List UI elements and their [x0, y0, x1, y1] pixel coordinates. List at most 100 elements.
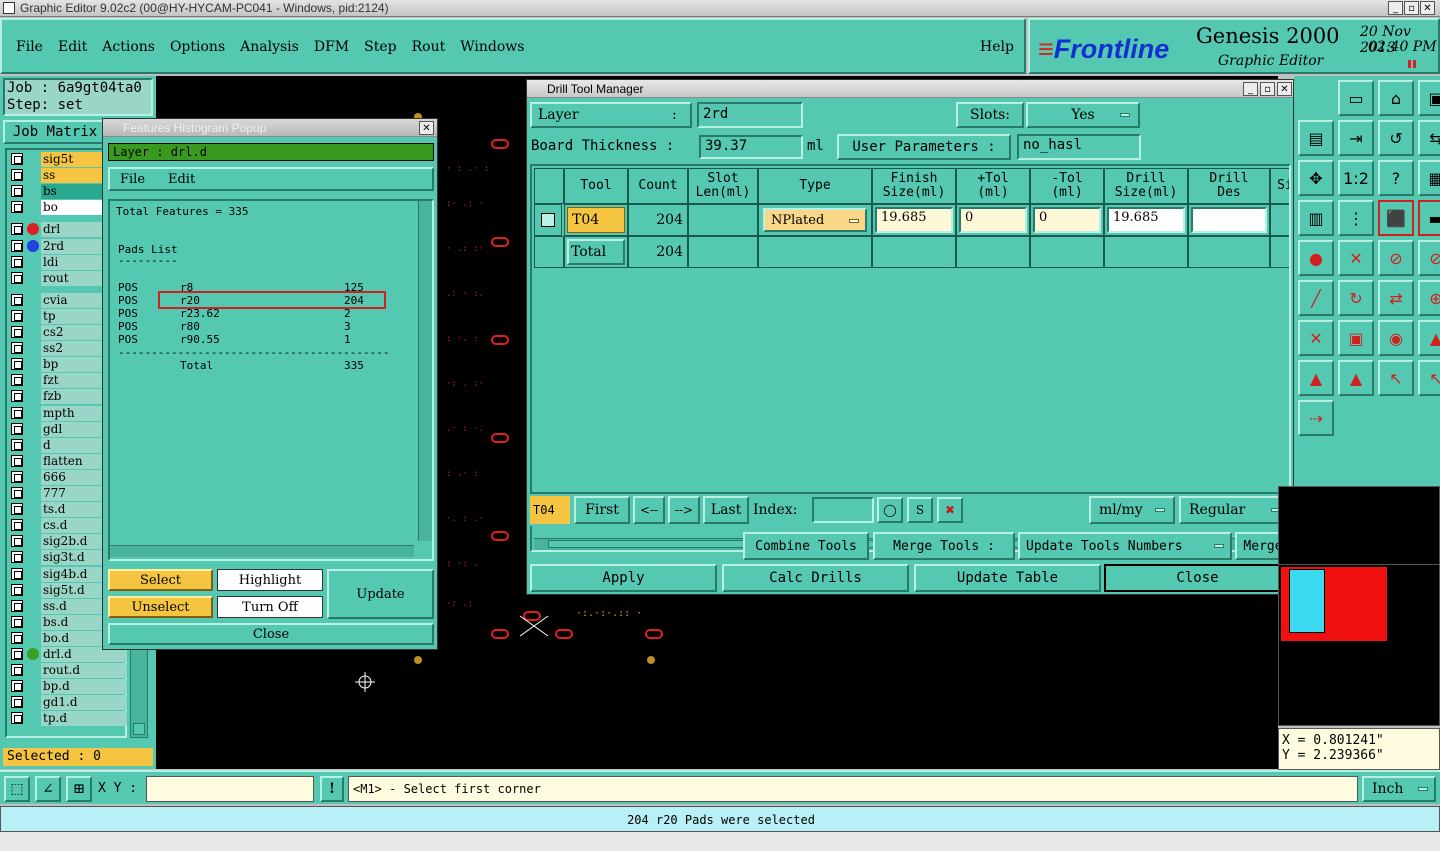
layer-checkbox[interactable] — [11, 153, 23, 165]
move-icon[interactable]: ✥ — [1298, 160, 1334, 196]
maximize-button[interactable]: ▫ — [1404, 1, 1419, 15]
user-parameters-button[interactable]: User Parameters : — [837, 134, 1011, 160]
cross-icon[interactable]: ✕ — [1298, 320, 1334, 356]
menu-windows[interactable]: Windows — [460, 39, 524, 55]
layer-checkbox[interactable] — [11, 309, 23, 322]
histogram-edit-menu[interactable]: Edit — [168, 172, 195, 187]
layer-row-tp-d[interactable]: tp.d — [9, 711, 127, 727]
user-parameters-input[interactable]: no_hasl — [1017, 134, 1141, 160]
cut-icon[interactable]: ✕ — [1338, 240, 1374, 276]
array-icon[interactable]: ▣ — [1338, 320, 1374, 356]
help-icon[interactable]: ▦ — [1418, 160, 1440, 196]
turn-off-button[interactable]: Turn Off — [217, 596, 323, 618]
layer-checkbox[interactable] — [11, 185, 23, 198]
layer-checkbox[interactable] — [11, 358, 23, 371]
ruler-icon[interactable]: ▬ — [1418, 200, 1440, 236]
layers-icon[interactable]: ⋮ — [1338, 200, 1374, 236]
menu-file[interactable]: File — [16, 39, 43, 55]
layer-checkbox[interactable] — [11, 271, 23, 284]
layer-checkbox[interactable] — [11, 470, 23, 483]
last-button[interactable]: Last — [703, 496, 749, 524]
connect-icon[interactable]: ⊕ — [1418, 280, 1440, 316]
histogram-hscroll[interactable] — [110, 545, 414, 557]
layer-name[interactable]: bp.d — [41, 679, 127, 695]
finish-size-input[interactable]: 19.685 — [875, 207, 953, 233]
select-button[interactable]: Select — [108, 569, 213, 591]
arc-icon[interactable]: ▲ — [1418, 320, 1440, 356]
header-finish-size[interactable]: Finish Size(ml) — [872, 168, 956, 204]
measure-icon[interactable]: ⊘ — [1378, 240, 1414, 276]
mode-dropdown[interactable]: Regular — [1179, 496, 1291, 524]
xy-input[interactable] — [146, 776, 314, 802]
drill-size-input[interactable]: 19.685 — [1107, 207, 1185, 233]
header-type[interactable]: Type — [758, 168, 872, 204]
layer-checkbox[interactable] — [11, 664, 23, 677]
panel-icon[interactable]: ▣ — [1418, 80, 1440, 116]
apply-button[interactable]: Apply — [530, 564, 717, 592]
pointer2-icon[interactable]: ↖ — [1418, 360, 1440, 396]
layer-checkbox[interactable] — [11, 438, 23, 451]
layer-checkbox[interactable] — [11, 712, 23, 725]
line-icon[interactable]: ╱ — [1298, 280, 1334, 316]
layer-name[interactable]: tp.d — [41, 711, 127, 727]
frame-icon[interactable]: ▤ — [1298, 120, 1334, 156]
header-tool[interactable]: Tool — [564, 168, 628, 204]
layer-checkbox[interactable] — [11, 567, 23, 580]
dtm-maximize-button[interactable]: ▫ — [1260, 82, 1275, 96]
layer-checkbox[interactable] — [11, 696, 23, 709]
tool-t04-cell[interactable]: T04 — [564, 204, 628, 236]
layer-checkbox[interactable] — [11, 454, 23, 467]
layer-checkbox[interactable] — [11, 374, 23, 387]
layer-checkbox[interactable] — [11, 599, 23, 612]
measure2-icon[interactable]: ⊘ — [1418, 240, 1440, 276]
update-button[interactable]: Update — [327, 569, 434, 619]
layer-checkbox[interactable] — [11, 326, 23, 338]
measure-mode-icon-button[interactable]: ∠ — [35, 776, 61, 802]
home-icon[interactable]: ⌂ — [1378, 80, 1414, 116]
layer-checkbox[interactable] — [11, 255, 23, 268]
layer-checkbox[interactable] — [11, 239, 23, 252]
header-si[interactable]: Si — [1270, 168, 1289, 204]
board-thickness-input[interactable]: 39.37 — [699, 135, 803, 159]
layer-checkbox[interactable] — [11, 551, 23, 564]
layer-checkbox[interactable] — [11, 390, 23, 403]
dtm-close-button[interactable]: Close — [1104, 564, 1291, 592]
layer-checkbox[interactable] — [11, 680, 23, 693]
minus-tol-input[interactable]: 0 — [1033, 207, 1101, 233]
layer-name[interactable]: gd1.d — [41, 695, 127, 711]
layer-checkbox[interactable] — [11, 406, 23, 419]
header-drill-des[interactable]: Drill Des — [1188, 168, 1270, 204]
layer-row-gd1-d[interactable]: gd1.d — [9, 695, 127, 711]
sort-icon-button[interactable]: S — [907, 497, 933, 523]
header-drill-size[interactable]: Drill Size(ml) — [1104, 168, 1188, 204]
layer-checkbox[interactable] — [11, 487, 23, 499]
prev-button[interactable]: <-- — [633, 496, 665, 524]
layer-checkbox[interactable] — [11, 519, 23, 532]
menu-options[interactable]: Options — [170, 39, 225, 55]
unselect-button[interactable]: Unselect — [108, 596, 213, 618]
menu-step[interactable]: Step — [364, 39, 396, 55]
rotate-icon[interactable]: ↻ — [1338, 280, 1374, 316]
help-menu[interactable]: Help — [980, 39, 1014, 55]
display-icon[interactable]: ▭ — [1338, 80, 1374, 116]
layer-checkbox[interactable] — [11, 169, 23, 182]
layer-checkbox[interactable] — [11, 293, 23, 306]
zoom-fit-icon[interactable]: 1:2 — [1338, 160, 1374, 196]
row-expand-button[interactable] — [534, 204, 562, 236]
layers2-icon[interactable]: ⬛ — [1378, 200, 1414, 236]
layer-value[interactable]: 2rd — [697, 102, 803, 128]
mini-map[interactable] — [1278, 486, 1440, 726]
shape-icon[interactable]: ◉ — [1378, 320, 1414, 356]
arc2-icon[interactable]: ▲ — [1298, 360, 1334, 396]
next-button[interactable]: --> — [668, 496, 700, 524]
arc3-icon[interactable]: ▲ — [1338, 360, 1374, 396]
histogram-file-menu[interactable]: File — [120, 172, 145, 187]
flip-icon[interactable]: ⇄ — [1378, 280, 1414, 316]
histogram-vscroll[interactable] — [418, 201, 432, 541]
type-dropdown[interactable]: NPlated — [763, 208, 867, 232]
header-plus-tol[interactable]: +Tol (ml) — [956, 168, 1030, 204]
combine-tools-button[interactable]: Combine Tools — [743, 532, 869, 560]
menu-dfm[interactable]: DFM — [314, 39, 349, 55]
units-dropdown[interactable]: ml/my — [1089, 496, 1175, 524]
dtm-close-icon[interactable]: ✕ — [1277, 82, 1292, 96]
